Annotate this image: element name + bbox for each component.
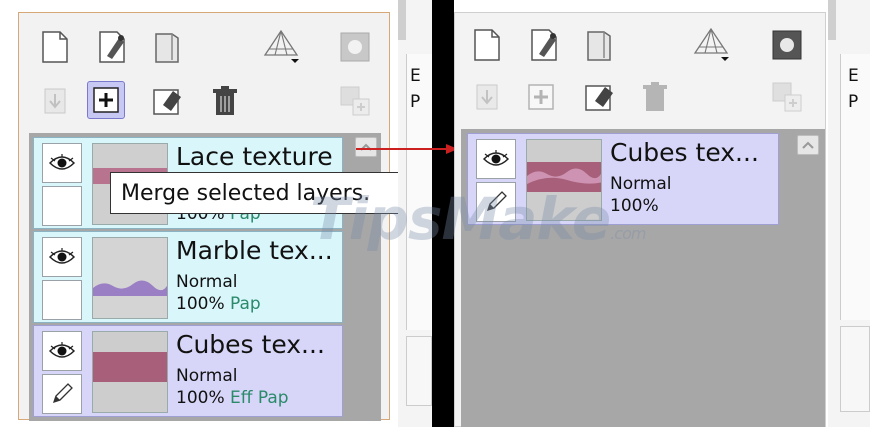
perspective-ruler-icon	[263, 29, 299, 63]
layer-name: Lace texture	[176, 142, 333, 171]
merge-selected-button[interactable]	[523, 79, 559, 115]
eye-icon	[49, 342, 75, 358]
clear-layer-icon	[153, 89, 181, 115]
splitter-handle[interactable]	[398, 0, 406, 40]
merge-selected-icon	[528, 84, 554, 110]
transfer-down-button[interactable]	[37, 83, 73, 119]
clear-layer-button[interactable]	[149, 83, 185, 119]
side-label-1: E	[410, 66, 421, 86]
new-linework-layer-button[interactable]	[95, 29, 131, 65]
layer-list: Cubes tex... Normal 100%	[461, 129, 825, 427]
apply-mask-button[interactable]	[769, 79, 805, 115]
new-layer-button[interactable]	[37, 29, 73, 65]
transfer-down-icon	[44, 88, 66, 114]
layer-name: Cubes tex...	[610, 138, 759, 167]
transfer-down-icon	[476, 84, 498, 110]
layer-mask-button[interactable]	[337, 29, 373, 65]
side-label-2: P	[410, 92, 421, 112]
new-layer-button[interactable]	[469, 27, 505, 63]
side-panel-box-lower	[406, 336, 432, 406]
lock-toggle[interactable]	[42, 280, 82, 320]
splitter-handle[interactable]	[828, 0, 836, 40]
eye-icon	[49, 248, 75, 264]
layer-item-marble-texture[interactable]: Marble tex... Normal 100% Pap	[33, 231, 343, 323]
layer-mask-icon	[340, 32, 370, 62]
visibility-toggle[interactable]	[42, 237, 82, 277]
perspective-ruler-button[interactable]	[689, 23, 733, 67]
clear-layer-button[interactable]	[581, 79, 617, 115]
visibility-toggle[interactable]	[42, 331, 82, 371]
delete-layer-button[interactable]	[637, 79, 673, 115]
side-panel-strip-right: E P	[828, 0, 870, 427]
layer-blend-mode: Normal	[176, 366, 238, 386]
merge-selected-button[interactable]	[87, 81, 125, 119]
layer-thumbnail	[92, 331, 168, 413]
layer-blend-mode: Normal	[176, 272, 238, 292]
new-linework-layer-button[interactable]	[527, 27, 563, 63]
new-folder-button[interactable]	[149, 29, 185, 65]
perspective-ruler-icon	[693, 27, 729, 61]
layer-mask-button[interactable]	[769, 27, 805, 63]
side-panel-box-lower	[840, 326, 870, 412]
lock-toggle[interactable]	[42, 186, 82, 226]
new-layer-icon	[474, 29, 500, 61]
eye-icon	[49, 154, 75, 170]
layer-opacity: 100% Pap	[176, 294, 261, 314]
watermark: TipsMake.com	[310, 185, 646, 253]
scroll-up-button[interactable]	[797, 135, 819, 155]
visibility-toggle[interactable]	[42, 143, 82, 183]
layer-name: Cubes tex...	[176, 330, 325, 359]
lock-toggle[interactable]	[42, 374, 82, 414]
pencil-icon	[52, 383, 73, 404]
side-label-2: P	[848, 92, 859, 112]
apply-mask-icon	[772, 82, 802, 112]
new-folder-icon	[155, 33, 179, 63]
perspective-ruler-button[interactable]	[259, 25, 303, 69]
chevron-up-icon	[802, 141, 814, 149]
transition-arrow	[356, 144, 458, 154]
apply-mask-icon	[340, 86, 370, 116]
new-folder-icon	[587, 31, 611, 61]
side-label-1: E	[848, 66, 859, 86]
new-linework-layer-icon	[99, 31, 125, 63]
layer-item-cubes-texture[interactable]: Cubes tex... Normal 100% Eff Pap	[33, 325, 343, 417]
merge-selected-icon	[93, 87, 119, 113]
delete-layer-icon	[643, 82, 667, 111]
visibility-toggle[interactable]	[476, 139, 516, 179]
layer-mask-icon	[772, 30, 802, 60]
new-folder-button[interactable]	[581, 27, 617, 63]
delete-layer-icon	[213, 86, 237, 115]
eye-icon	[483, 150, 509, 166]
layer-opacity: 100% Eff Pap	[176, 388, 289, 408]
layer-thumbnail	[92, 237, 168, 319]
delete-layer-button[interactable]	[207, 83, 243, 119]
apply-mask-button[interactable]	[337, 83, 373, 119]
new-layer-icon	[42, 31, 68, 63]
transfer-down-button[interactable]	[469, 79, 505, 115]
clear-layer-icon	[585, 85, 613, 111]
new-linework-layer-icon	[531, 29, 557, 61]
